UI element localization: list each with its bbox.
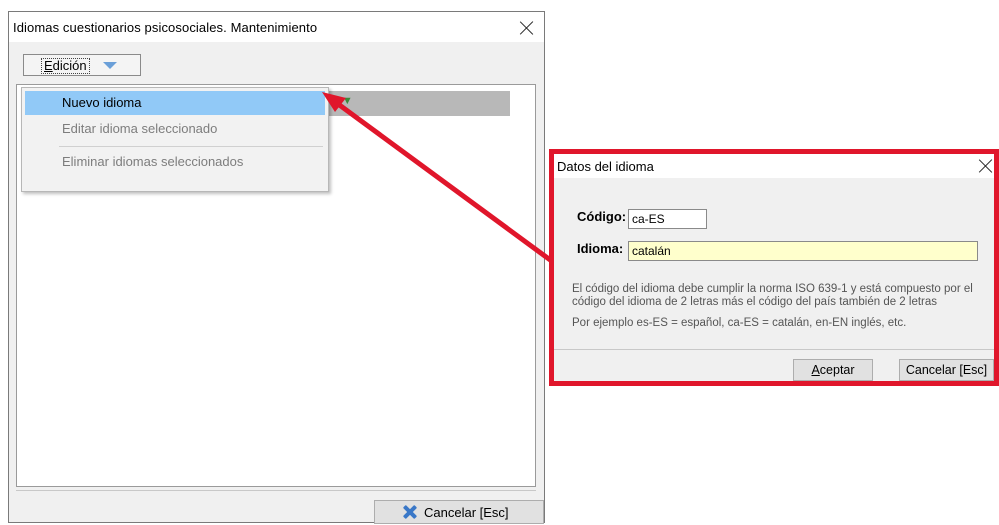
- cancel-button[interactable]: Cancelar [Esc]: [374, 500, 544, 524]
- help-text-line-3: Por ejemplo es-ES = español, ca-ES = cat…: [572, 317, 907, 329]
- maintenance-window: Idiomas cuestionarios psicosociales. Man…: [8, 11, 545, 524]
- accept-accel-key: A: [811, 363, 820, 377]
- cancel-x-icon: [403, 505, 417, 519]
- chevron-down-icon: [103, 62, 117, 69]
- dialog-title: Datos del idioma: [557, 159, 654, 174]
- edicion-accel-key: E: [44, 58, 53, 73]
- idioma-label: Idioma:: [577, 241, 624, 256]
- menu-item-editar-idioma[interactable]: Editar idioma seleccionado: [25, 117, 325, 141]
- edicion-menu-button[interactable]: Edición: [23, 54, 141, 76]
- close-icon[interactable]: [519, 20, 535, 36]
- codigo-input[interactable]: [628, 209, 707, 229]
- sort-icon: ▲▼: [331, 95, 353, 107]
- menu-item-eliminar-idiomas[interactable]: Eliminar idiomas seleccionados: [25, 150, 325, 174]
- menu-separator: [59, 146, 323, 147]
- window-title: Idiomas cuestionarios psicosociales. Man…: [13, 20, 318, 35]
- edicion-button-label: Edición: [41, 58, 90, 74]
- idioma-input[interactable]: [628, 241, 978, 261]
- menu-item-nuevo-idioma[interactable]: Nuevo idioma: [25, 91, 325, 115]
- help-text-line-2: código del idioma de 2 letras más el cód…: [572, 296, 938, 308]
- accept-label-rest: ceptar: [819, 363, 855, 377]
- dialog-cancel-button[interactable]: Cancelar [Esc]: [899, 359, 994, 381]
- window-titlebar: Idiomas cuestionarios psicosociales. Man…: [9, 12, 544, 42]
- language-data-dialog: Datos del idioma Código: Idioma: El códi…: [549, 149, 999, 386]
- edicion-dropdown-menu: Nuevo idioma Editar idioma seleccionado …: [21, 87, 329, 192]
- list-column-header: ▲▼: [327, 91, 510, 116]
- footer-divider: [16, 490, 536, 491]
- edicion-label-rest: dición: [52, 58, 87, 73]
- codigo-label: Código:: [577, 209, 627, 224]
- dialog-footer-divider: [554, 349, 994, 350]
- dialog-titlebar: Datos del idioma: [554, 154, 994, 178]
- cancel-button-label: Cancelar [Esc]: [424, 505, 509, 520]
- close-icon[interactable]: [978, 158, 994, 174]
- help-text-line-1: El código del idioma debe cumplir la nor…: [572, 283, 973, 295]
- accept-button[interactable]: Aceptar: [793, 359, 873, 381]
